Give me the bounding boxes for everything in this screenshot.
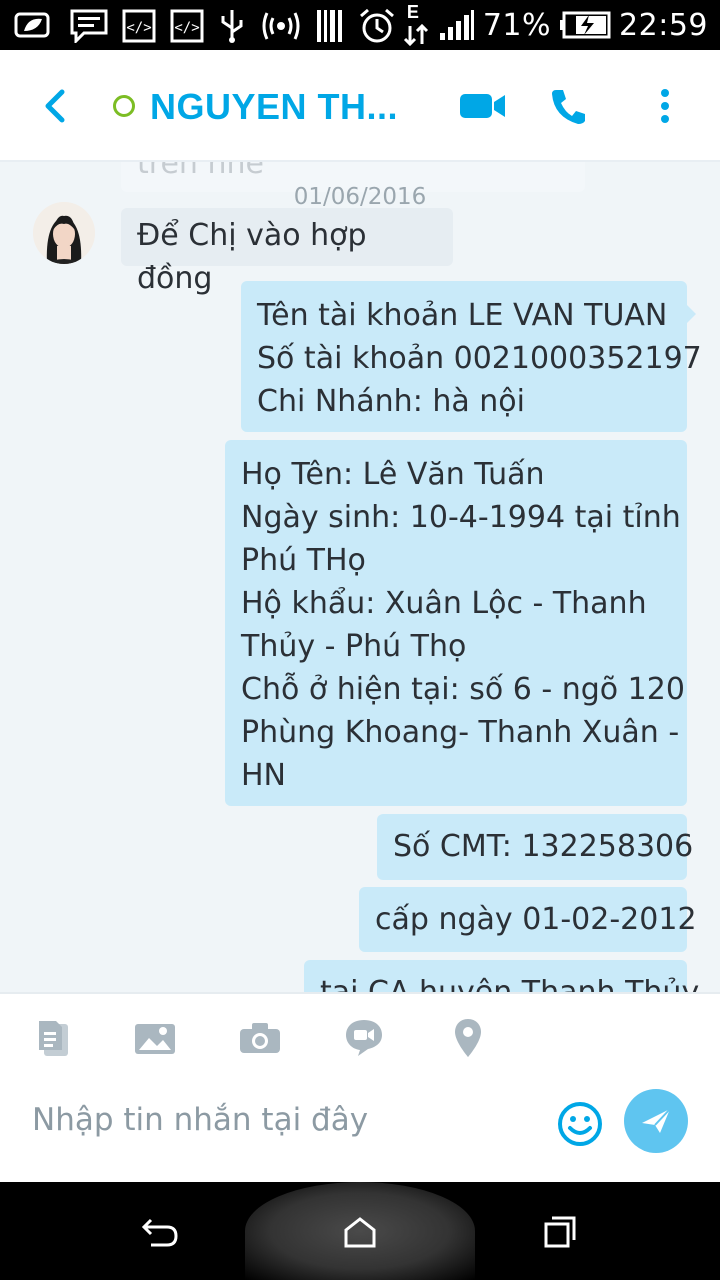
network-type-label: E bbox=[406, 2, 419, 22]
faded-message-text: trên nhé bbox=[137, 162, 264, 181]
message-line: Tên tài khoản LE VAN TUAN bbox=[257, 298, 668, 333]
message-line: Số tài khoản 0021000352197 bbox=[257, 341, 702, 376]
gallery-icon bbox=[135, 1024, 175, 1054]
contact-photo-icon bbox=[33, 202, 95, 264]
phone-icon bbox=[552, 90, 585, 124]
message-line: Chỗ ở hiện tại: số 6 - ngõ 120 bbox=[241, 672, 685, 707]
status-bar-system: E 71% 22:59 bbox=[401, 0, 708, 50]
message-line: Thủy - Phú Thọ bbox=[241, 629, 467, 664]
video-message-icon bbox=[346, 1020, 382, 1056]
avatar[interactable] bbox=[33, 202, 95, 264]
recent-apps-button[interactable] bbox=[540, 1212, 580, 1252]
message-line: Phùng Khoang- Thanh Xuân - bbox=[241, 715, 680, 750]
status-bar-notifications: </> </> bbox=[14, 8, 396, 44]
message-line: Hộ khẩu: Xuân Lộc - Thanh bbox=[241, 586, 647, 621]
usb-icon bbox=[218, 8, 246, 44]
outgoing-message[interactable]: tại CA huyện Thanh Thủy bbox=[304, 960, 699, 992]
chat-header: NGUYEN TH... bbox=[0, 50, 720, 162]
video-message-button[interactable] bbox=[340, 1014, 388, 1062]
code-icon: </> bbox=[170, 9, 204, 43]
signal-icon bbox=[439, 9, 475, 41]
outgoing-message[interactable]: Tên tài khoản LE VAN TUAN Số tài khoản 0… bbox=[241, 281, 702, 432]
message-line: Họ Tên: Lê Văn Tuấn bbox=[241, 457, 545, 492]
message-line: Chi Nhánh: hà nội bbox=[257, 384, 525, 419]
video-camera-icon bbox=[460, 94, 505, 118]
message-line: Ngày sinh: 10-4-1994 tại tỉnh bbox=[241, 500, 681, 535]
audio-call-button[interactable] bbox=[548, 82, 588, 130]
message-list[interactable]: trên nhé Để Chị vào hợp đồng 01/06/2016 … bbox=[0, 162, 720, 992]
status-bar: </> </> E 71% 22:59 bbox=[0, 0, 720, 50]
network-data-icon: E bbox=[401, 2, 431, 48]
message-input[interactable]: Nhập tin nhắn tại đây bbox=[32, 1102, 368, 1138]
outgoing-message[interactable]: Số CMT: 132258306 bbox=[377, 814, 694, 880]
home-icon bbox=[344, 1217, 376, 1248]
more-options-button[interactable] bbox=[650, 82, 680, 130]
message-line: Phú THọ bbox=[241, 543, 366, 578]
recent-apps-icon bbox=[544, 1216, 576, 1248]
leaf-message-icon bbox=[14, 11, 56, 41]
bubble-tail bbox=[686, 304, 696, 324]
outgoing-message[interactable]: Họ Tên: Lê Văn Tuấn Ngày sinh: 10-4-1994… bbox=[225, 440, 687, 806]
battery-charging-icon bbox=[559, 11, 611, 39]
file-icon bbox=[39, 1021, 68, 1056]
back-nav-icon bbox=[141, 1218, 178, 1247]
barcode-icon bbox=[316, 9, 344, 43]
outgoing-message[interactable]: cấp ngày 01-02-2012 bbox=[359, 887, 697, 952]
composer: Nhập tin nhắn tại đây bbox=[0, 992, 720, 1182]
send-arrow-icon bbox=[642, 1108, 671, 1133]
system-nav-bar bbox=[0, 1182, 720, 1280]
message-line: HN bbox=[241, 758, 286, 793]
back-arrow-icon bbox=[45, 89, 65, 123]
message-icon bbox=[70, 9, 108, 43]
smiley-icon bbox=[558, 1102, 602, 1146]
send-location-button[interactable] bbox=[444, 1014, 492, 1062]
more-vertical-icon bbox=[661, 89, 669, 123]
message-line: tại CA huyện Thanh Thủy bbox=[320, 971, 699, 992]
camera-button[interactable] bbox=[236, 1014, 284, 1062]
send-photo-button[interactable] bbox=[131, 1014, 179, 1062]
alarm-icon bbox=[358, 7, 396, 45]
svg-text:</>: </> bbox=[174, 20, 199, 36]
home-nav-button[interactable] bbox=[340, 1212, 380, 1252]
camera-icon bbox=[240, 1023, 280, 1053]
send-file-button[interactable] bbox=[30, 1014, 78, 1062]
svg-text:</>: </> bbox=[126, 20, 151, 36]
back-button[interactable] bbox=[34, 86, 74, 126]
emoticon-button[interactable] bbox=[556, 1100, 604, 1148]
message-line: cấp ngày 01-02-2012 bbox=[375, 902, 697, 937]
send-button[interactable] bbox=[624, 1089, 688, 1153]
incoming-message[interactable]: Để Chị vào hợp đồng bbox=[121, 208, 453, 296]
presence-indicator bbox=[113, 95, 135, 117]
video-call-button[interactable] bbox=[458, 82, 508, 130]
contact-name[interactable]: NGUYEN TH... bbox=[150, 86, 398, 128]
code-icon: </> bbox=[122, 9, 156, 43]
date-separator: 01/06/2016 bbox=[293, 184, 427, 210]
clock: 22:59 bbox=[619, 7, 708, 43]
message-line: Số CMT: 132258306 bbox=[393, 829, 694, 864]
back-nav-button[interactable] bbox=[140, 1212, 180, 1252]
location-icon bbox=[455, 1019, 481, 1057]
battery-percent: 71% bbox=[482, 7, 552, 43]
hotspot-icon bbox=[260, 10, 302, 42]
